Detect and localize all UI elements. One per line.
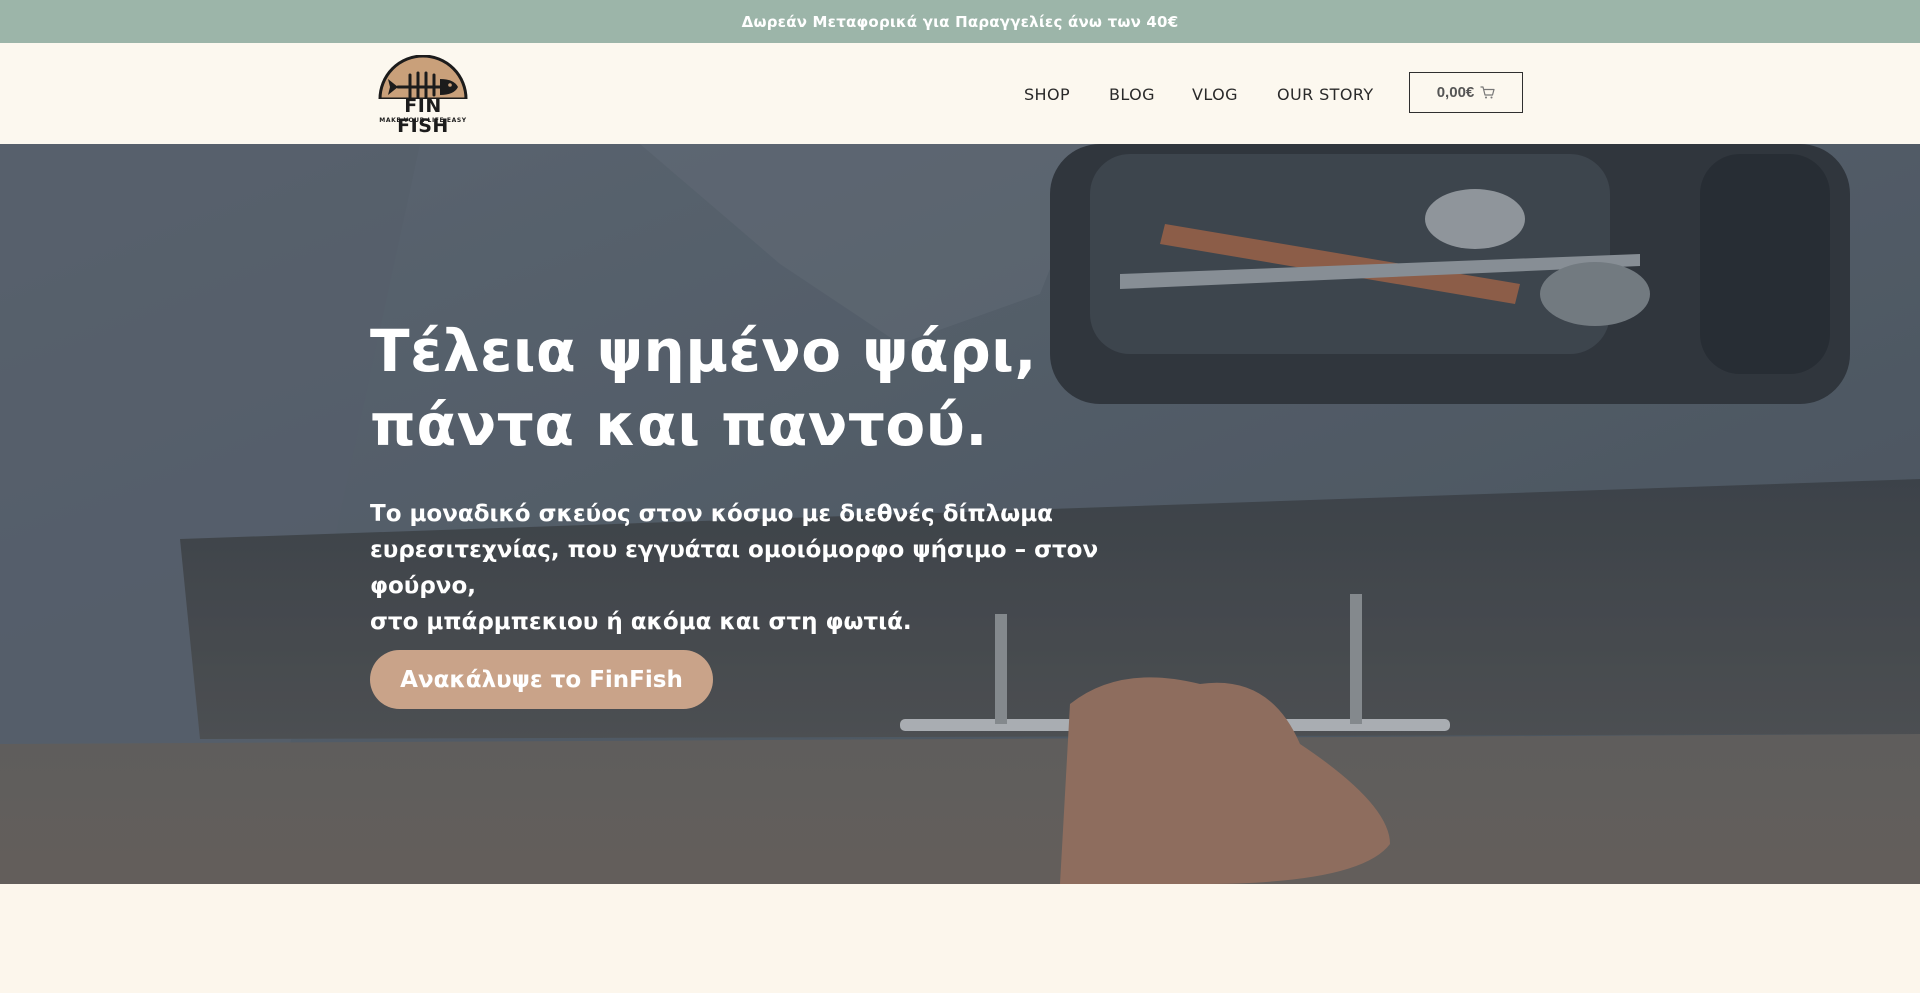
cart-total: 0,00€ [1436,84,1475,101]
announcement-text: Δωρεάν Μεταφορικά για Παραγγελίες άνω τω… [741,12,1179,31]
logo-wordmark: FIN FISH [397,95,449,137]
cart-icon [1480,86,1495,99]
content-section [0,884,1920,993]
nav-item-vlog[interactable]: VLOG [1192,85,1238,104]
logo[interactable]: FIN FISH MAKE YOUR LIFE EASY [376,55,470,136]
site-header: FIN FISH MAKE YOUR LIFE EASY SHOP BLOG V… [0,43,1920,144]
hero-section: Τέλεια ψημένο ψάρι, πάντα και παντού. Το… [0,144,1920,884]
hero-title: Τέλεια ψημένο ψάρι, πάντα και παντού. [370,314,1130,462]
hero-subtitle-line-3: στο μπάρμπεκιου ή ακόμα και στη φωτιά. [370,609,912,635]
hero-subtitle: Το μοναδικό σκεύος στον κόσμο με διεθνές… [370,496,1170,640]
hero-subtitle-line-2: ευρεσιτεχνίας, που εγγυάται ομοιόμορφο ψ… [370,537,1099,599]
hero-subtitle-line-1: Το μοναδικό σκεύος στον κόσμο με διεθνές… [370,501,1053,527]
fish-skeleton-icon [378,55,468,99]
hero-title-line-2: πάντα και παντού. [370,391,988,459]
discover-finfish-button[interactable]: Ανακάλυψε το FinFish [370,650,713,709]
announcement-bar: Δωρεάν Μεταφορικά για Παραγγελίες άνω τω… [0,0,1920,43]
nav-item-shop[interactable]: SHOP [1024,85,1070,104]
logo-tagline: MAKE YOUR LIFE EASY [379,117,467,124]
hero-title-line-1: Τέλεια ψημένο ψάρι, [370,317,1037,385]
nav-item-our-story[interactable]: OUR STORY [1277,85,1374,104]
cart-button[interactable]: 0,00€ [1409,72,1523,113]
nav-item-blog[interactable]: BLOG [1109,85,1155,104]
